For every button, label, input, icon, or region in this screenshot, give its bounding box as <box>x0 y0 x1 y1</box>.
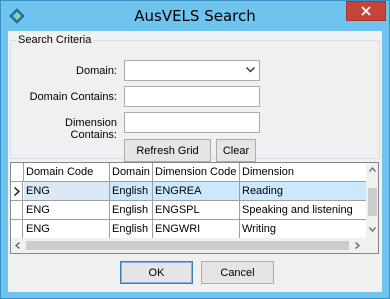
clear-button[interactable]: Clear <box>216 139 256 162</box>
vertical-scroll-thumb[interactable] <box>368 188 377 216</box>
dimension-contains-label: Dimension Contains: <box>65 117 117 141</box>
column-header[interactable]: Dimension Code <box>153 163 240 182</box>
current-row-arrow-icon <box>14 187 20 196</box>
close-button[interactable] <box>346 1 386 21</box>
row-header[interactable] <box>11 201 23 219</box>
results-grid[interactable]: Domain Code Domain Dimension Code Dimens… <box>10 162 379 254</box>
domain-contains-input[interactable] <box>124 86 260 107</box>
table-row[interactable]: ENG English ENGWRI Writing <box>11 220 366 239</box>
cell-dimension-code[interactable]: ENGWRI <box>153 220 240 238</box>
refresh-grid-button[interactable]: Refresh Grid <box>124 139 211 162</box>
scrollbar-corner <box>366 238 378 253</box>
search-criteria-label: Search Criteria <box>16 34 94 46</box>
cell-dimension[interactable]: Reading <box>240 182 366 200</box>
cell-domain-code[interactable]: ENG <box>24 201 110 219</box>
domain-contains-label: Domain Contains: <box>29 91 117 103</box>
cell-dimension-code[interactable]: ENGREA <box>153 182 240 200</box>
table-row[interactable]: ENG English ENGSPL Speaking and listenin… <box>11 201 366 220</box>
dimension-contains-input[interactable] <box>124 112 260 133</box>
chevron-down-icon <box>246 67 255 73</box>
app-window: AusVELS Search Search Criteria Domain: D… <box>0 0 390 299</box>
column-header[interactable]: Domain <box>110 163 153 182</box>
dialog-body: Search Criteria Domain: Domain Contains:… <box>8 31 382 292</box>
cell-domain-code[interactable]: ENG <box>24 220 110 238</box>
horizontal-scrollbar[interactable] <box>11 238 366 253</box>
cell-domain-code[interactable]: ENG <box>24 182 110 200</box>
cancel-button[interactable]: Cancel <box>201 261 274 284</box>
cell-dimension-code[interactable]: ENGSPL <box>153 201 240 219</box>
scroll-up-icon[interactable] <box>369 167 376 172</box>
title-bar[interactable]: AusVELS Search <box>1 1 389 31</box>
cell-domain[interactable]: English <box>110 182 153 200</box>
window-title: AusVELS Search <box>134 7 256 25</box>
vertical-scrollbar[interactable] <box>366 163 378 238</box>
column-header[interactable]: Dimension <box>240 163 366 182</box>
horizontal-scroll-thumb[interactable] <box>26 241 349 250</box>
row-header[interactable] <box>11 182 23 200</box>
ok-button[interactable]: OK <box>120 261 193 284</box>
search-criteria-group: Search Criteria Domain: Domain Contains:… <box>10 34 380 162</box>
grid-corner <box>11 163 24 182</box>
domain-dropdown[interactable] <box>124 60 260 81</box>
scroll-right-icon[interactable] <box>355 242 360 249</box>
scroll-down-icon[interactable] <box>369 227 376 232</box>
cell-domain[interactable]: English <box>110 201 153 219</box>
grid-header: Domain Code Domain Dimension Code Dimens… <box>11 163 366 182</box>
cell-domain[interactable]: English <box>110 220 153 238</box>
table-row[interactable]: ENG English ENGREA Reading <box>11 182 366 201</box>
scroll-left-icon[interactable] <box>15 242 20 249</box>
cell-dimension[interactable]: Speaking and listening <box>240 201 366 219</box>
domain-label: Domain: <box>76 65 117 77</box>
cell-dimension[interactable]: Writing <box>240 220 366 238</box>
close-icon <box>361 6 371 16</box>
column-header[interactable]: Domain Code <box>24 163 110 182</box>
row-header[interactable] <box>11 220 23 238</box>
